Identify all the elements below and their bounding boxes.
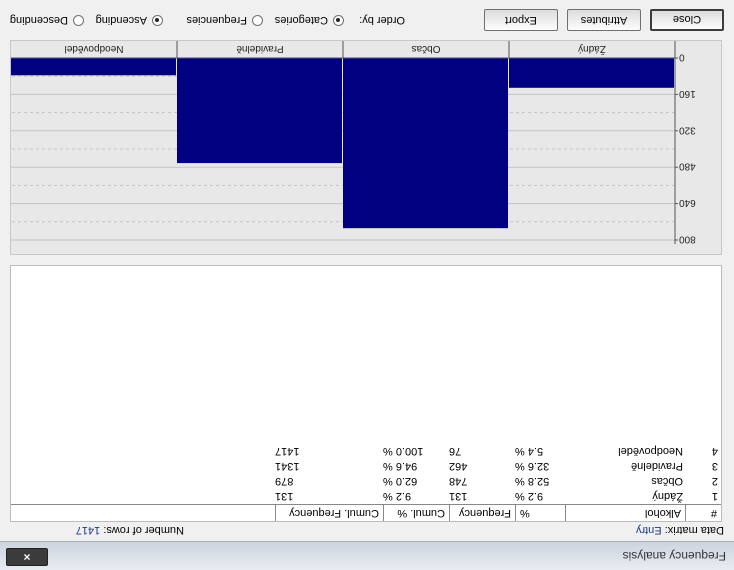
frequency-chart: Žádný Občas Pravidelně Neodpovědel 0 160 320 48… [10,40,722,255]
row-cumul-frequency: 1341 [275,460,300,472]
rows-label: Number of rows: [103,524,184,536]
row-percent: 5.4 % [515,445,544,457]
data-matrix-info: Data matrix: Entry [636,524,724,536]
table-row[interactable]: 1 Žádný 9.2 % 131 9.2 % 131 [11,488,721,503]
category-label: Občas [412,43,441,54]
rows-info: Number of rows: 1417 [76,524,184,536]
row-cumul-percent: 62.0 % [383,475,418,487]
column-header-index[interactable]: # [685,505,721,521]
row-index: 1 [711,490,718,502]
toolbar: Close Attributes Export Order by: Catego… [0,0,734,39]
column-header-percent[interactable]: % [515,505,565,521]
column-header-alkohol[interactable]: Alkohol [565,505,685,521]
bar-1 [509,58,674,88]
row-index: 4 [711,445,718,457]
data-matrix-label: Data matrix: [664,524,724,536]
categories-label[interactable]: Categories [275,14,328,26]
category-label: Žádný [578,43,606,56]
row-percent: 52.8 % [515,475,550,487]
row-cumul-frequency: 1417 [275,445,300,457]
category-label: Pravidelně [236,43,284,54]
rows-value: 1417 [75,524,101,536]
ascending-label[interactable]: Ascending [96,14,147,26]
y-tick-label: 160 [679,88,696,99]
frequency-analysis-window: Frequency analysis × Data matrix: Entry … [0,0,734,570]
table-header: # Alkohol % Frequency Cumul. % Cumul. Fr… [11,504,721,521]
row-cumul-frequency: 131 [275,490,294,502]
descending-label[interactable]: Descending [10,14,68,26]
table-row[interactable]: 3 Pravidelně 32.6 % 462 94.6 % 1341 [11,458,721,473]
categories-radio[interactable] [333,15,344,26]
column-header-frequency[interactable]: Frequency [449,505,515,521]
row-frequency: 131 [449,490,468,502]
y-tick-label: 0 [679,52,685,63]
title-bar: Frequency analysis × [0,541,734,570]
column-header-cumul-frequency[interactable]: Cumul. Frequency [275,505,383,521]
y-tick-label: 800 [679,234,696,245]
y-tick-label: 640 [679,197,696,208]
row-index: 2 [711,475,718,487]
row-percent: 9.2 % [515,490,544,502]
data-matrix-value: Entry [635,524,662,536]
row-frequency: 748 [449,475,468,487]
frequency-table: # Alkohol % Frequency Cumul. % Cumul. Fr… [10,265,722,522]
row-frequency: 76 [449,445,462,457]
row-cumul-frequency: 879 [275,475,294,487]
bar-2 [343,58,508,229]
category-label: Neodpovědel [65,43,124,54]
frequencies-radio[interactable] [252,15,263,26]
export-button[interactable]: Export [484,9,558,31]
window-close-button[interactable]: × [6,548,48,566]
descending-radio[interactable] [73,15,84,26]
close-icon[interactable]: × [24,550,31,564]
bar-4 [11,58,176,76]
bar-3 [177,58,342,164]
y-tick-label: 320 [679,124,696,135]
row-category: Občas [651,475,683,487]
row-cumul-percent: 9.2 % [383,490,412,502]
close-button[interactable]: Close [650,9,724,31]
chart-svg: Žádný Občas Pravidelně Neodpovědel 0 160 320 48… [11,41,696,245]
row-frequency: 462 [449,460,468,472]
y-tick-label: 480 [679,161,696,172]
row-category: Pravidelně [631,460,683,472]
row-cumul-percent: 100.0 % [383,445,424,457]
row-category: Žádný [652,490,683,502]
table-row[interactable]: 2 Občas 52.8 % 748 62.0 % 879 [11,473,721,488]
table-row[interactable]: 4 Neodpovědel 5.4 % 76 100.0 % 1417 [11,443,721,458]
row-category: Neodpovědel [618,445,683,457]
column-header-cumul-percent[interactable]: Cumul. % [383,505,449,521]
window-title: Frequency analysis [622,549,726,563]
row-percent: 32.6 % [515,460,550,472]
row-index: 3 [711,460,718,472]
order-by-label: Order by: [359,14,405,26]
ascending-radio[interactable] [152,15,163,26]
frequencies-label[interactable]: Frequencies [186,14,247,26]
attributes-button[interactable]: Attributes [567,9,641,31]
row-cumul-percent: 94.6 % [383,460,418,472]
